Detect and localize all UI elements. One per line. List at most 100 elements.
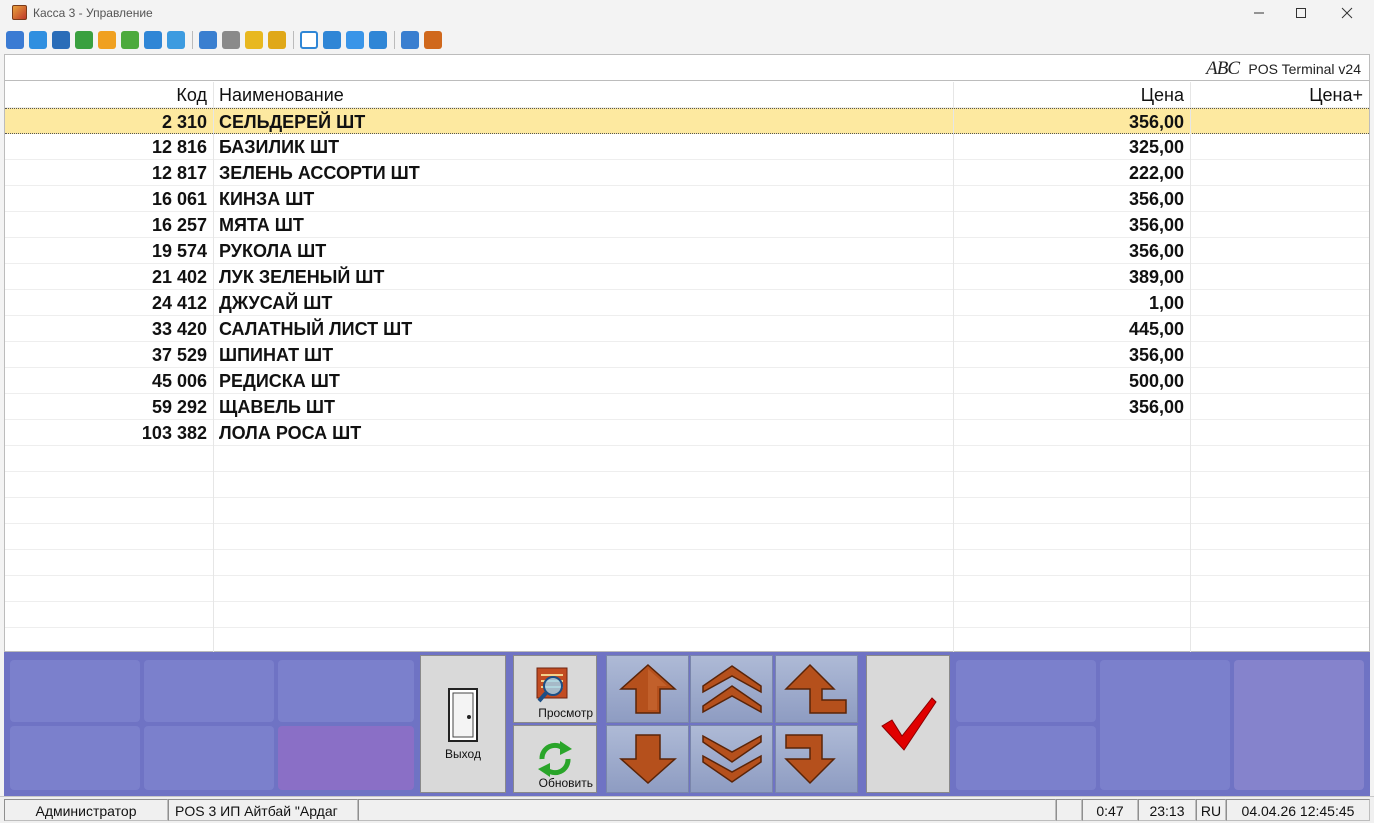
cell-code xyxy=(5,576,214,602)
status-datetime: 04.04.26 12:45:45 xyxy=(1226,799,1370,821)
phone-icon[interactable] xyxy=(144,31,162,49)
table-row[interactable]: 16 257 МЯТА ШТ 356,00 xyxy=(5,212,1369,238)
table-row[interactable] xyxy=(5,576,1369,602)
scroll-up-button[interactable] xyxy=(690,655,773,723)
table-row[interactable] xyxy=(5,446,1369,472)
clock-icon[interactable] xyxy=(98,31,116,49)
cell-name xyxy=(214,498,954,524)
cell-price: 356,00 xyxy=(954,238,1191,264)
window-expand-icon[interactable] xyxy=(369,31,387,49)
exit-label: Выход xyxy=(445,747,481,761)
arrow-up-icon xyxy=(618,663,677,714)
page-up-button[interactable] xyxy=(606,655,689,723)
cell-price: 222,00 xyxy=(954,160,1191,186)
table-row[interactable] xyxy=(5,602,1369,628)
lock-open-icon[interactable] xyxy=(245,31,263,49)
column-header-code[interactable]: Код xyxy=(5,82,214,108)
status-empty xyxy=(358,799,1056,821)
cell-price-plus xyxy=(1191,290,1369,316)
cell-price-plus xyxy=(1191,628,1369,654)
cell-price-plus xyxy=(1191,524,1369,550)
upload-icon[interactable] xyxy=(199,31,217,49)
window-full-icon[interactable] xyxy=(346,31,364,49)
cell-code: 16 257 xyxy=(5,212,214,238)
last-record-button[interactable] xyxy=(775,725,858,793)
table-row[interactable]: 19 574 РУКОЛА ШТ 356,00 xyxy=(5,238,1369,264)
message-icon[interactable] xyxy=(167,31,185,49)
cell-price xyxy=(954,602,1191,628)
blurred-button xyxy=(278,726,414,790)
copy-icon[interactable] xyxy=(401,31,419,49)
window-fit-icon[interactable] xyxy=(323,31,341,49)
cell-price-plus xyxy=(1191,472,1369,498)
app-window: Касса 3 - Управление ABC POS Terminal v2… xyxy=(0,0,1374,823)
cell-name: СЕЛЬДЕРЕЙ ШТ xyxy=(214,109,954,135)
table-row[interactable] xyxy=(5,472,1369,498)
view-button[interactable]: Просмотр xyxy=(513,655,597,723)
status-language: RU xyxy=(1196,799,1226,821)
users-icon[interactable] xyxy=(121,31,139,49)
cell-price: 356,00 xyxy=(954,342,1191,368)
table-row[interactable] xyxy=(5,524,1369,550)
monitor-icon[interactable] xyxy=(29,31,47,49)
terminal-icon[interactable] xyxy=(52,31,70,49)
table-row[interactable]: 33 420 САЛАТНЫЙ ЛИСТ ШТ 445,00 xyxy=(5,316,1369,342)
cell-name: ЩАВЕЛЬ ШТ xyxy=(214,394,954,420)
status-terminal: POS 3 ИП Айтбай "Ардаг xyxy=(168,799,358,821)
table-row[interactable]: 103 382 ЛОЛА РОСА ШТ xyxy=(5,420,1369,446)
cell-price-plus xyxy=(1191,550,1369,576)
cell-price-plus xyxy=(1191,602,1369,628)
column-header-price-plus[interactable]: Цена+ xyxy=(1191,82,1369,108)
cell-code: 24 412 xyxy=(5,290,214,316)
window-normal-icon[interactable] xyxy=(300,31,318,49)
double-chevron-up-icon xyxy=(701,665,762,714)
brand-logo: ABC xyxy=(1206,58,1240,79)
column-header-price[interactable]: Цена xyxy=(954,82,1191,108)
cell-code: 45 006 xyxy=(5,368,214,394)
table-row[interactable]: 12 817 ЗЕЛЕНЬ АССОРТИ ШТ 222,00 xyxy=(5,160,1369,186)
table-row[interactable]: 37 529 ШПИНАТ ШТ 356,00 xyxy=(5,342,1369,368)
refresh-icon xyxy=(538,741,572,777)
column-header-name[interactable]: Наименование xyxy=(214,82,954,108)
table-row[interactable]: 16 061 КИНЗА ШТ 356,00 xyxy=(5,186,1369,212)
cell-price xyxy=(954,576,1191,602)
first-record-button[interactable] xyxy=(775,655,858,723)
confirm-button[interactable] xyxy=(866,655,950,793)
table-row[interactable]: 45 006 РЕДИСКА ШТ 500,00 xyxy=(5,368,1369,394)
maximize-icon xyxy=(1296,8,1306,18)
refresh-button[interactable]: Обновить xyxy=(513,725,597,793)
sync-icon[interactable] xyxy=(75,31,93,49)
table-row[interactable] xyxy=(5,498,1369,524)
blurred-button xyxy=(10,726,140,790)
cell-code: 2 310 xyxy=(5,109,214,135)
scroll-down-button[interactable] xyxy=(690,725,773,793)
exit-button[interactable]: Выход xyxy=(420,655,506,793)
table-row[interactable]: 59 292 ЩАВЕЛЬ ШТ 356,00 xyxy=(5,394,1369,420)
minimize-icon xyxy=(1254,12,1264,14)
cell-price: 500,00 xyxy=(954,368,1191,394)
settings-tools-icon[interactable] xyxy=(424,31,442,49)
close-icon xyxy=(1341,7,1353,19)
close-button[interactable] xyxy=(1324,0,1370,26)
table-row[interactable]: 2 310 СЕЛЬДЕРЕЙ ШТ 356,00 xyxy=(5,108,1369,135)
lock-icon[interactable] xyxy=(268,31,286,49)
maximize-button[interactable] xyxy=(1278,0,1324,26)
table-row[interactable]: 24 412 ДЖУСАЙ ШТ 1,00 xyxy=(5,290,1369,316)
minimize-button[interactable] xyxy=(1236,0,1282,26)
network-icon[interactable] xyxy=(222,31,240,49)
cell-price xyxy=(954,472,1191,498)
cell-code: 37 529 xyxy=(5,342,214,368)
blurred-button xyxy=(1234,660,1364,790)
register-icon[interactable] xyxy=(6,31,24,49)
toolbar-separator xyxy=(394,31,395,49)
table-row[interactable] xyxy=(5,550,1369,576)
arrow-down-icon xyxy=(618,734,677,785)
cell-price xyxy=(954,550,1191,576)
table-row[interactable]: 12 816 БАЗИЛИК ШТ 325,00 xyxy=(5,134,1369,160)
page-down-button[interactable] xyxy=(606,725,689,793)
view-document-icon xyxy=(536,667,568,703)
table-row[interactable] xyxy=(5,628,1369,654)
cell-price-plus xyxy=(1191,264,1369,290)
table-row[interactable]: 21 402 ЛУК ЗЕЛЕНЫЙ ШТ 389,00 xyxy=(5,264,1369,290)
cell-code xyxy=(5,446,214,472)
